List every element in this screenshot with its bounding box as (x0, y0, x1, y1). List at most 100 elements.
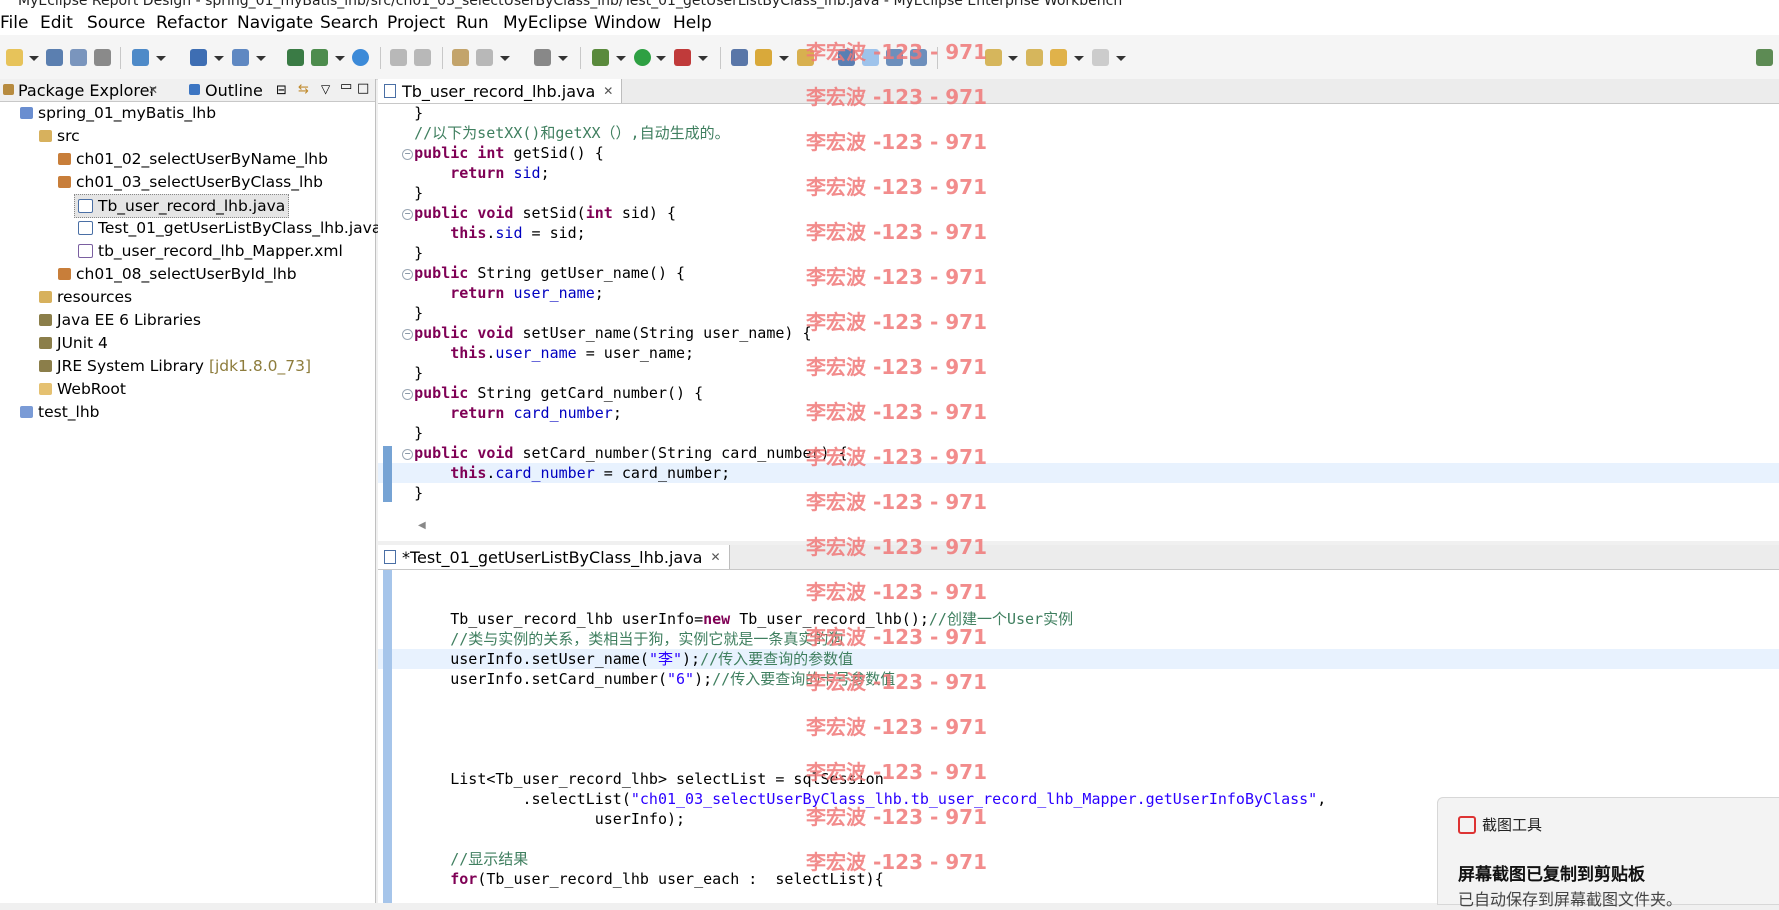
back-dropdown-icon[interactable] (1074, 56, 1084, 61)
scissors-icon (1458, 816, 1476, 834)
tree-item[interactable]: ch01_03_selectUserByClass_lhb (58, 171, 323, 193)
tree-item[interactable]: JRE System Library [jdk1.8.0_73] (39, 355, 311, 377)
close-icon[interactable]: ✕ (148, 83, 158, 97)
package-dropdown-icon[interactable] (335, 56, 345, 61)
server-dropdown-icon[interactable] (256, 56, 266, 61)
console-icon[interactable] (534, 49, 551, 66)
editor-tab-test-01[interactable]: *Test_01_getUserListByClass_lhb.java ✕ (378, 545, 730, 569)
external-tools-dropdown-icon[interactable] (698, 56, 708, 61)
console-dropdown-icon[interactable] (558, 56, 568, 61)
code-line-current: userInfo.setUser_name("李");//传入要查询的参数值 (378, 649, 1779, 669)
pen-icon[interactable] (755, 49, 772, 66)
maximize-icon[interactable]: □ (357, 81, 369, 96)
menu-file[interactable]: File (0, 13, 28, 33)
tree-item[interactable]: Java EE 6 Libraries (39, 309, 201, 331)
code-line: public void setUser_name(String user_nam… (414, 324, 812, 342)
tree-item[interactable]: resources (39, 286, 132, 308)
task-icon[interactable] (452, 49, 469, 66)
change-ruler-marker (383, 570, 392, 903)
editor-top[interactable]: Tb_user_record_lhb.java ✕ } //以下为setXX()… (378, 79, 1779, 541)
menu-project[interactable]: Project (387, 13, 445, 33)
package-icon-tb[interactable] (311, 49, 328, 66)
fold-icon[interactable]: − (402, 449, 413, 460)
code-line: } (378, 304, 424, 322)
editor-tab-tb-user-record[interactable]: Tb_user_record_lhb.java ✕ (378, 79, 623, 103)
collapse-all-icon[interactable]: ⊟ (276, 83, 287, 98)
menu-window[interactable]: Window (594, 13, 661, 33)
open-perspective-icon[interactable] (1756, 49, 1773, 66)
code-line: } (378, 244, 424, 262)
back-icon[interactable] (1050, 49, 1067, 66)
deploy-dropdown-icon[interactable] (214, 56, 224, 61)
tree-item[interactable]: ch01_02_selectUserByName_lhb (58, 148, 328, 170)
builder-icon[interactable] (287, 49, 304, 66)
minimize-icon[interactable]: ▭ (340, 79, 352, 94)
tree-item[interactable]: Test_01_getUserListByClass_lhb.java (78, 217, 381, 239)
menu-edit[interactable]: Edit (40, 13, 73, 33)
tree-item[interactable]: spring_01_myBatis_lhb (20, 102, 216, 124)
watermark: 李宏波 -123 - 971 (806, 850, 987, 874)
pen-dropdown-icon[interactable] (779, 56, 789, 61)
menu-navigate[interactable]: Navigate (237, 13, 313, 33)
watermark: 李宏波 -123 - 971 (806, 400, 987, 424)
fold-icon[interactable]: − (402, 149, 413, 160)
tab-package-explorer[interactable]: Package Explorer (18, 81, 156, 100)
run-icon[interactable] (634, 49, 651, 66)
tab-outline[interactable]: Outline (205, 81, 263, 100)
save-icon[interactable] (46, 49, 63, 66)
run-dropdown-icon[interactable] (656, 56, 666, 61)
menu-source[interactable]: Source (87, 13, 145, 33)
fold-icon[interactable]: − (402, 209, 413, 220)
tree-item[interactable]: JUnit 4 (39, 332, 108, 354)
menu-myeclipse[interactable]: MyEclipse (503, 13, 587, 33)
tree-item[interactable]: src (39, 125, 80, 147)
fold-icon[interactable]: − (402, 329, 413, 340)
cut-icon[interactable] (390, 49, 407, 66)
view-menu-icon[interactable]: ▽ (321, 82, 330, 96)
copy-icon[interactable] (414, 49, 431, 66)
next-annotation-icon[interactable] (985, 49, 1002, 66)
forward-icon[interactable] (1092, 49, 1109, 66)
code-line: this.sid = sid; (450, 224, 586, 242)
debug-icon[interactable] (592, 49, 609, 66)
new-icon[interactable] (6, 49, 23, 66)
fold-icon[interactable]: − (402, 389, 413, 400)
globe-icon[interactable] (352, 49, 369, 66)
close-icon[interactable]: ✕ (603, 84, 613, 98)
tree-item[interactable]: tb_user_record_lhb_Mapper.xml (78, 240, 343, 262)
save-all-icon[interactable] (70, 49, 87, 66)
close-icon[interactable]: ✕ (710, 550, 720, 564)
watermark: 李宏波 -123 - 971 (806, 220, 987, 244)
next-annotation-dropdown-icon[interactable] (1008, 56, 1018, 61)
menu-refactor[interactable]: Refactor (156, 13, 227, 33)
menu-run[interactable]: Run (456, 13, 489, 33)
link-icon[interactable] (476, 49, 493, 66)
tree-item[interactable]: ch01_08_selectUserById_lhb (58, 263, 297, 285)
tree-item-selected[interactable]: Tb_user_record_lhb.java (74, 194, 290, 218)
link-dropdown-icon[interactable] (500, 56, 510, 61)
debug-dropdown-icon[interactable] (616, 56, 626, 61)
scroll-left-icon[interactable]: ◀ (418, 520, 426, 531)
java-file-icon (78, 199, 93, 213)
new-dropdown-icon[interactable] (29, 56, 39, 61)
link-with-editor-icon[interactable]: ⇆ (298, 82, 309, 97)
forward-dropdown-icon[interactable] (1116, 56, 1126, 61)
menu-search[interactable]: Search (320, 13, 378, 33)
print-icon[interactable] (94, 49, 111, 66)
server-icon[interactable] (232, 49, 249, 66)
tree-item[interactable]: test_lhb (20, 401, 100, 423)
menu-help[interactable]: Help (673, 13, 712, 33)
last-edit-icon[interactable] (1026, 49, 1043, 66)
fold-icon[interactable]: − (402, 269, 413, 280)
deploy-icon[interactable] (190, 49, 207, 66)
external-tools-icon[interactable] (674, 49, 691, 66)
tree-item[interactable]: WebRoot (39, 378, 126, 400)
open-type-icon[interactable] (132, 49, 149, 66)
perspective-icon[interactable] (731, 49, 748, 66)
change-ruler-marker (383, 446, 392, 502)
open-type-dropdown-icon[interactable] (156, 56, 166, 61)
snip-notification[interactable]: 截图工具 屏幕截图已复制到剪贴板 已自动保存到屏幕截图文件夹。 (1437, 797, 1779, 909)
